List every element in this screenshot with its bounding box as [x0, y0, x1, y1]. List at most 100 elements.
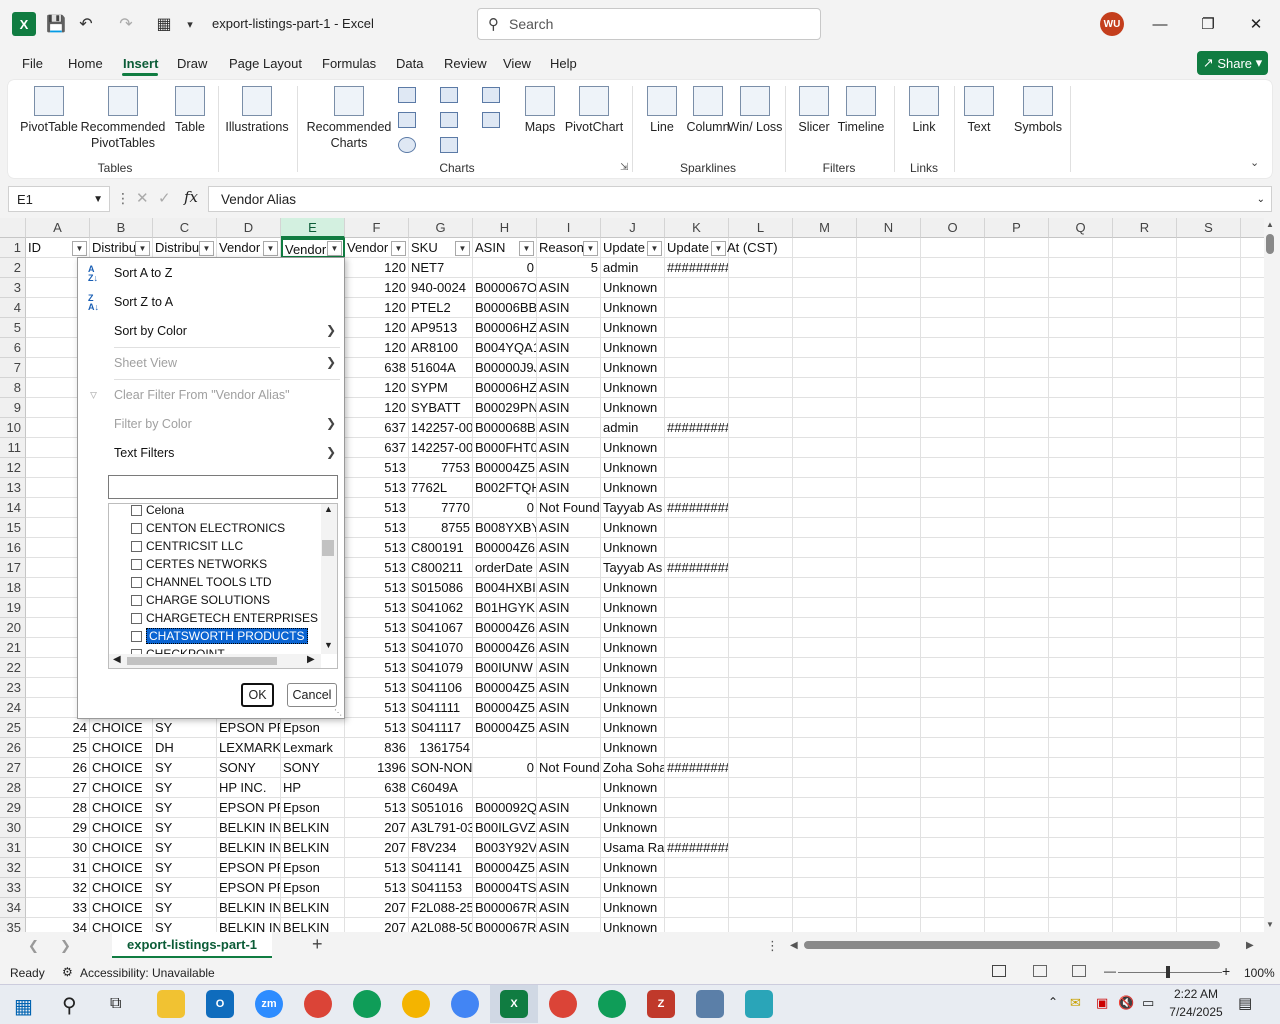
table-cell[interactable]: 142257-00	[409, 418, 473, 438]
table-cell[interactable]: 26	[26, 758, 90, 778]
table-cell[interactable]	[1177, 518, 1241, 538]
table-cell[interactable]	[793, 698, 857, 718]
table-cell[interactable]: Not Found	[537, 758, 601, 778]
table-cell[interactable]: ASIN	[537, 518, 601, 538]
table-cell[interactable]	[921, 278, 985, 298]
row-header[interactable]: 23	[0, 678, 26, 698]
table-cell[interactable]: SY	[153, 778, 217, 798]
table-cell[interactable]: ASIN	[537, 698, 601, 718]
table-cell[interactable]	[1049, 618, 1113, 638]
table-cell[interactable]: B003Y92V	[473, 838, 537, 858]
table-cell[interactable]	[665, 358, 729, 378]
menu-review[interactable]: Review	[444, 56, 487, 71]
table-cell[interactable]: B008YXBY	[473, 518, 537, 538]
table-cell[interactable]	[1177, 858, 1241, 878]
table-cell[interactable]: Epson	[281, 878, 345, 898]
table-cell[interactable]	[1177, 918, 1241, 932]
table-cell[interactable]: SYPM	[409, 378, 473, 398]
ribbon-icon-win-loss-icon[interactable]	[740, 86, 770, 116]
table-cell[interactable]	[985, 538, 1049, 558]
table-cell[interactable]	[985, 238, 1049, 258]
table-cell[interactable]: ASIN	[537, 378, 601, 398]
table-cell[interactable]	[1177, 318, 1241, 338]
table-cell[interactable]	[729, 258, 793, 278]
zoom-slider[interactable]	[1118, 972, 1222, 973]
table-cell[interactable]: ASIN	[537, 278, 601, 298]
redo-icon[interactable]: ↷	[114, 12, 138, 36]
chrome-icon[interactable]	[304, 990, 332, 1018]
table-cell[interactable]	[1177, 698, 1241, 718]
table-cell[interactable]	[665, 898, 729, 918]
statistic-chart-icon[interactable]	[440, 112, 458, 128]
menu-view[interactable]: View	[503, 56, 531, 71]
table-cell[interactable]: #########	[665, 418, 729, 438]
table-cell[interactable]	[1177, 638, 1241, 658]
table-cell[interactable]: ASIN	[537, 458, 601, 478]
table-cell[interactable]	[1241, 698, 1264, 718]
table-cell[interactable]: Unknown	[601, 338, 665, 358]
table-cell[interactable]	[985, 798, 1049, 818]
table-cell[interactable]: ASIN	[537, 638, 601, 658]
table-cell[interactable]: 120	[345, 258, 409, 278]
file-explorer-icon[interactable]	[157, 990, 185, 1018]
table-cell[interactable]	[1049, 758, 1113, 778]
row-header[interactable]: 7	[0, 358, 26, 378]
accessibility-icon[interactable]: ⚙	[62, 965, 73, 979]
table-cell[interactable]	[729, 678, 793, 698]
table-cell[interactable]	[1241, 778, 1264, 798]
table-cell[interactable]	[1241, 498, 1264, 518]
table-cell[interactable]	[1049, 418, 1113, 438]
table-cell[interactable]: 32	[26, 878, 90, 898]
row-header[interactable]: 24	[0, 698, 26, 718]
row-header[interactable]: 13	[0, 478, 26, 498]
filter-dropdown-button[interactable]: ▼	[327, 241, 342, 256]
table-cell[interactable]: Epson	[281, 718, 345, 738]
table-cell[interactable]	[1177, 558, 1241, 578]
column-header[interactable]: M	[793, 218, 857, 238]
ribbon-icon-recommended-pivottables-icon[interactable]	[108, 86, 138, 116]
save-icon[interactable]: 💾	[44, 12, 68, 36]
table-cell[interactable]: 34	[26, 918, 90, 932]
table-cell[interactable]: ASIN	[537, 338, 601, 358]
table-cell[interactable]	[665, 318, 729, 338]
table-cell[interactable]: BELKIN IN	[217, 838, 281, 858]
table-cell[interactable]: ASIN	[537, 398, 601, 418]
column-header[interactable]: G	[409, 218, 473, 238]
table-cell[interactable]	[857, 258, 921, 278]
filter-dropdown-button[interactable]: ▼	[583, 241, 598, 256]
table-cell[interactable]: CHOICE	[90, 758, 153, 778]
table-cell[interactable]: 513	[345, 518, 409, 538]
table-cell[interactable]	[857, 438, 921, 458]
table-cell[interactable]	[665, 718, 729, 738]
table-cell[interactable]	[729, 718, 793, 738]
table-cell[interactable]	[1049, 318, 1113, 338]
table-cell[interactable]	[793, 678, 857, 698]
table-cell[interactable]: B00IUNW	[473, 658, 537, 678]
list-scroll-thumb[interactable]	[322, 540, 334, 556]
table-cell[interactable]	[921, 778, 985, 798]
table-cell[interactable]: 637	[345, 418, 409, 438]
table-cell[interactable]: SY	[153, 818, 217, 838]
table-cell[interactable]	[793, 418, 857, 438]
table-cell[interactable]: Unknown	[601, 658, 665, 678]
table-cell[interactable]: ASIN	[537, 918, 601, 932]
table-cell[interactable]	[921, 438, 985, 458]
table-cell[interactable]	[793, 558, 857, 578]
page-break-view-icon[interactable]	[1072, 965, 1086, 977]
table-cell[interactable]	[921, 838, 985, 858]
table-cell[interactable]: B004YQA1	[473, 338, 537, 358]
menu-page-layout[interactable]: Page Layout	[229, 56, 302, 71]
table-cell[interactable]	[857, 738, 921, 758]
ribbon-icon-pivottable-icon[interactable]	[34, 86, 64, 116]
ribbon-icon-table-icon[interactable]	[175, 86, 205, 116]
table-cell[interactable]	[985, 618, 1049, 638]
table-cell[interactable]	[1177, 578, 1241, 598]
filter-dropdown-button[interactable]: ▼	[72, 241, 87, 256]
table-cell[interactable]: Unknown	[601, 358, 665, 378]
row-header[interactable]: 19	[0, 598, 26, 618]
table-cell[interactable]: CHOICE	[90, 918, 153, 932]
tray-icon[interactable]: ▣	[1096, 995, 1108, 1011]
row-header[interactable]: 16	[0, 538, 26, 558]
table-cell[interactable]	[857, 918, 921, 932]
task-view-icon[interactable]: ⧉	[110, 995, 121, 1013]
